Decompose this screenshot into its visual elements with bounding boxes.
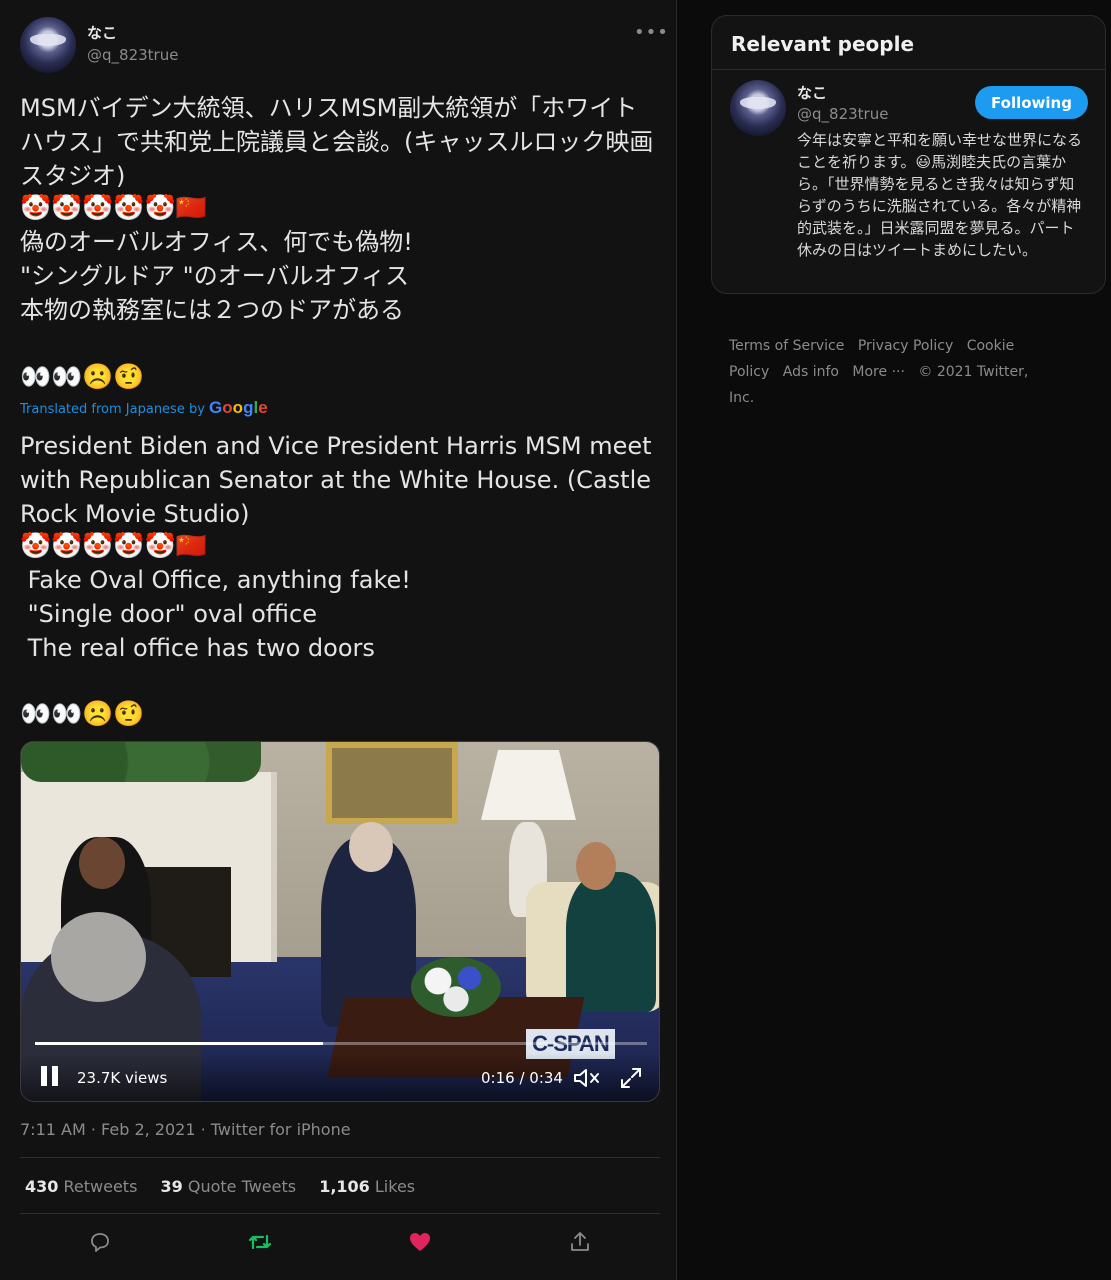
tweet-text-english-2: Fake Oval Office, anything fake! "Single… — [27, 566, 411, 662]
like-icon[interactable] — [408, 1230, 432, 1254]
emoji-row: 🤡🤡🤡🤡🤡🇨🇳 — [20, 531, 207, 560]
divider — [20, 1213, 660, 1214]
ads-info-link[interactable]: Ads info — [783, 364, 839, 380]
tweet-timestamp[interactable]: 7:11 AM · Feb 2, 2021 · Twitter for iPho… — [20, 1120, 351, 1139]
tweet-text-english: President Biden and Vice President Harri… — [20, 432, 660, 528]
terms-link[interactable]: Terms of Service — [729, 338, 844, 354]
privacy-link[interactable]: Privacy Policy — [858, 338, 953, 354]
share-icon[interactable] — [568, 1230, 592, 1254]
more-options-icon[interactable]: ••• — [634, 22, 669, 43]
video-player[interactable]: C-SPAN 23.7K views 0:16 / 0:34 — [20, 741, 660, 1102]
video-views: 23.7K views — [77, 1069, 168, 1087]
emoji-row: 👀👀☹️🤨 — [20, 699, 145, 728]
tweet-stats: 430 Retweets 39 Quote Tweets 1,106 Likes — [25, 1177, 433, 1196]
quote-tweets-stat[interactable]: 39 Quote Tweets — [161, 1177, 297, 1196]
divider — [712, 69, 1105, 70]
tweet-text-japanese-2: 偽のオーバルオフィス、何でも偽物! "シングルドア "のオーバルオフィス 本物の… — [20, 228, 413, 324]
fullscreen-icon[interactable] — [619, 1066, 643, 1090]
relevant-people-title: Relevant people — [731, 32, 915, 56]
person-handle[interactable]: @q_823true — [797, 105, 888, 123]
tweet-text-japanese: MSMバイデン大統領、ハリスMSM副大統領が「ホワイトハウス」で共和党上院議員と… — [20, 94, 654, 190]
google-logo: Google — [209, 398, 268, 417]
retweets-stat[interactable]: 430 Retweets — [25, 1177, 137, 1196]
likes-stat[interactable]: 1,106 Likes — [319, 1177, 415, 1196]
emoji-row: 👀👀☹️🤨 — [20, 362, 145, 391]
video-progress-bar[interactable] — [35, 1042, 647, 1045]
emoji-row: 🤡🤡🤡🤡🤡🇨🇳 — [20, 193, 207, 222]
author-handle[interactable]: @q_823true — [87, 46, 178, 64]
author-name[interactable]: なこ — [87, 22, 117, 43]
retweet-icon[interactable] — [248, 1230, 272, 1254]
person-bio: 今年は安寧と平和を願い幸せな世界になることを祈ります。😃馬渕睦夫氏の言葉から。「… — [797, 131, 1083, 259]
divider — [20, 1157, 660, 1158]
pause-icon[interactable] — [41, 1066, 59, 1086]
tweet-column: なこ @q_823true ••• MSMバイデン大統領、ハリスMSM副大統領が… — [0, 0, 677, 1280]
person-avatar[interactable] — [730, 80, 786, 136]
footer-links: Terms of Service Privacy Policy Cookie P… — [729, 333, 1059, 411]
following-button[interactable]: Following — [975, 86, 1088, 119]
relevant-people-card: Relevant people なこ @q_823true Following … — [711, 15, 1106, 294]
author-avatar[interactable] — [20, 17, 76, 73]
more-link[interactable]: More ··· — [852, 364, 905, 380]
video-time: 0:16 / 0:34 — [481, 1069, 563, 1087]
video-progress-fill — [35, 1042, 323, 1045]
translation-attribution[interactable]: Translated from Japanese by Google — [20, 398, 268, 418]
reply-icon[interactable] — [88, 1230, 112, 1254]
muted-speaker-icon[interactable] — [573, 1066, 601, 1090]
person-name[interactable]: なこ — [797, 82, 827, 103]
translated-label: Translated from Japanese by — [20, 402, 205, 417]
